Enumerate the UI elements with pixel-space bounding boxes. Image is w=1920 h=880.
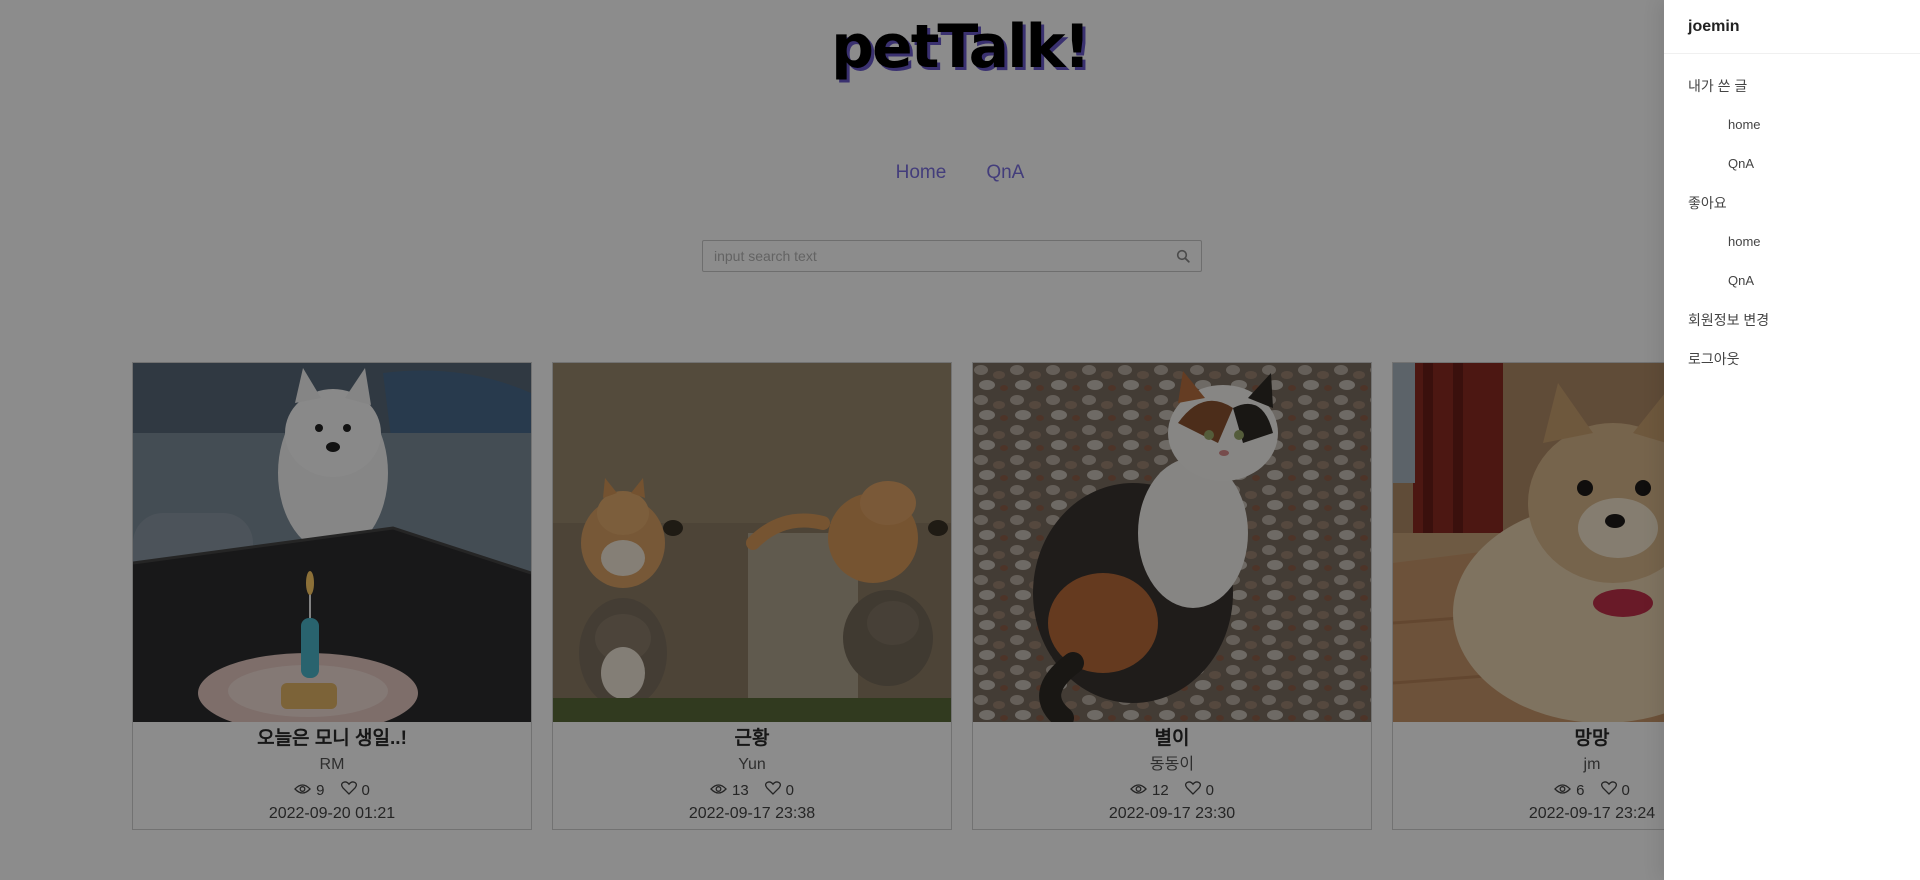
menu-likes[interactable]: 좋아요 [1664, 183, 1920, 222]
menu-my-posts-qna[interactable]: QnA [1664, 144, 1920, 183]
user-drawer: joemin 내가 쓴 글 home QnA 좋아요 home QnA 회원정보… [1664, 0, 1920, 880]
drawer-mask-overlay[interactable] [0, 0, 1920, 880]
menu-my-posts-home[interactable]: home [1664, 105, 1920, 144]
drawer-username: joemin [1664, 0, 1920, 54]
menu-edit-profile[interactable]: 회원정보 변경 [1664, 300, 1920, 339]
menu-likes-qna[interactable]: QnA [1664, 261, 1920, 300]
menu-logout[interactable]: 로그아웃 [1664, 339, 1920, 378]
menu-my-posts[interactable]: 내가 쓴 글 [1664, 66, 1920, 105]
drawer-menu: 내가 쓴 글 home QnA 좋아요 home QnA 회원정보 변경 로그아… [1664, 54, 1920, 378]
menu-likes-home[interactable]: home [1664, 222, 1920, 261]
